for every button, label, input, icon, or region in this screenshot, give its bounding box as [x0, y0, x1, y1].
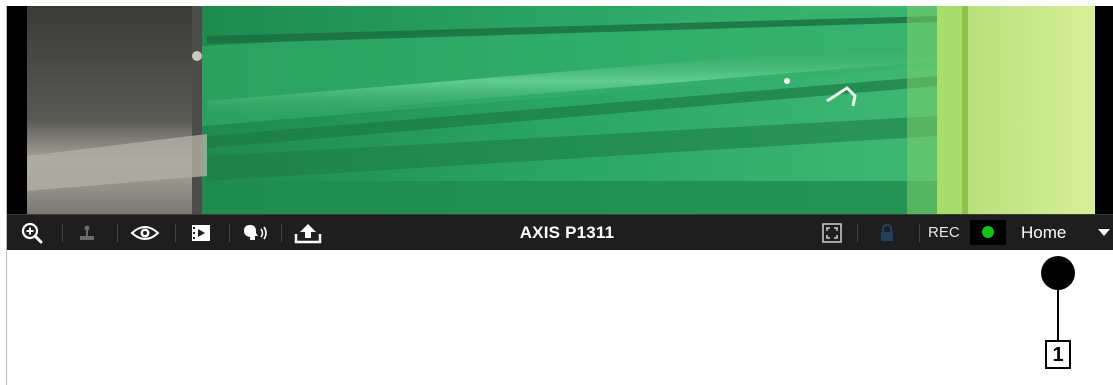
speaker-icon	[244, 224, 267, 240]
camera-toolbar: AXIS P1311 REC Home	[7, 214, 1113, 250]
toolbar-separator	[117, 224, 118, 242]
preset-dropdown[interactable]: Home	[1013, 215, 1113, 250]
rec-status	[970, 220, 1006, 245]
preset-label: Home	[1021, 222, 1067, 242]
rec-label: REC	[928, 224, 960, 241]
joystick-icon	[80, 225, 94, 240]
zoom-button[interactable]	[17, 215, 47, 250]
film-icon	[192, 224, 210, 241]
toolbar-separator	[919, 224, 920, 242]
camera-title: AXIS P1311	[519, 223, 615, 242]
chevron-down-icon	[1098, 229, 1110, 236]
joystick-button[interactable]	[72, 215, 102, 250]
recording-indicator-icon	[982, 226, 994, 238]
audio-button[interactable]	[237, 215, 275, 250]
video-feed[interactable]	[7, 6, 1113, 214]
lock-icon	[881, 223, 893, 241]
eye-icon	[130, 225, 160, 240]
zoom-in-icon	[21, 222, 43, 243]
lock-button[interactable]	[875, 215, 899, 250]
toolbar-separator	[175, 224, 176, 242]
view-button[interactable]	[125, 215, 165, 250]
recordings-button[interactable]	[185, 215, 217, 250]
callout-marker	[1041, 256, 1075, 290]
callout-label: 1	[1045, 340, 1071, 369]
upload-icon	[294, 223, 322, 243]
toolbar-separator	[281, 224, 282, 242]
upload-button[interactable]	[289, 215, 327, 250]
video-image	[7, 6, 1113, 214]
fullscreen-icon	[822, 222, 842, 243]
callout-leader-line	[1057, 288, 1059, 341]
fullscreen-button[interactable]	[817, 215, 847, 250]
toolbar-separator	[229, 224, 230, 242]
toolbar-separator	[62, 224, 63, 242]
toolbar-separator	[857, 224, 858, 242]
